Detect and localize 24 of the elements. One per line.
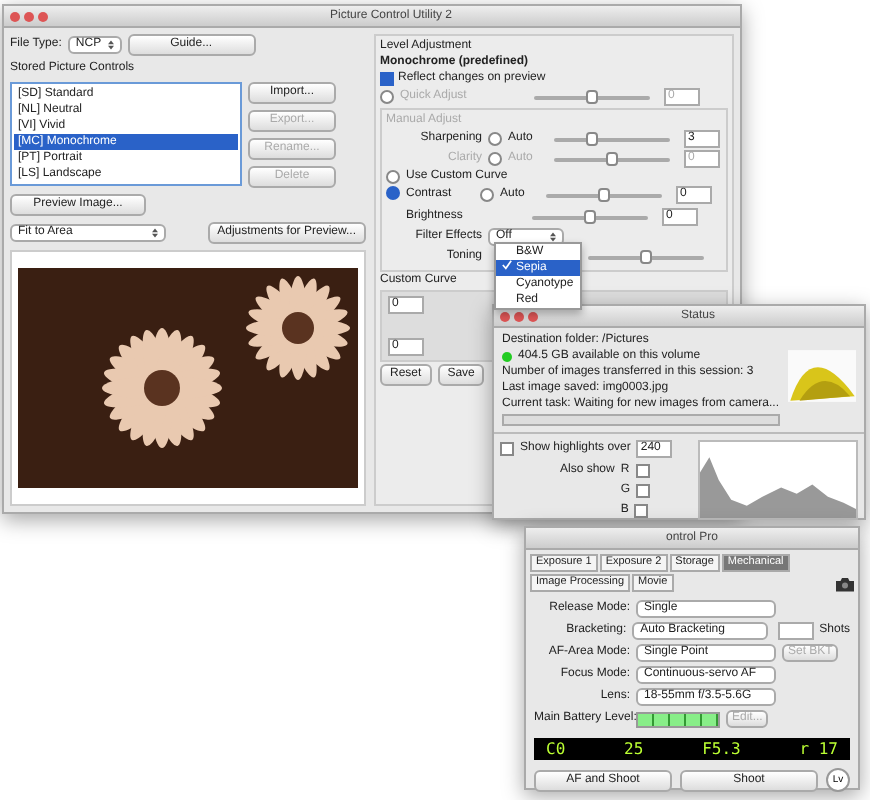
auto-radio[interactable] bbox=[480, 188, 494, 202]
radio-button[interactable] bbox=[386, 186, 400, 200]
auto-radio[interactable] bbox=[488, 132, 502, 146]
value-field[interactable] bbox=[777, 622, 814, 640]
lcd-reading: F5.3 bbox=[702, 742, 741, 756]
checkbox[interactable] bbox=[380, 72, 394, 86]
status-dot-icon bbox=[502, 352, 512, 362]
checkbox[interactable] bbox=[636, 484, 651, 498]
camera-icon bbox=[836, 575, 854, 591]
updown-arrow-icon bbox=[107, 40, 114, 50]
checkbox[interactable] bbox=[634, 504, 649, 518]
checkbox[interactable] bbox=[500, 442, 514, 456]
slider-thumb[interactable] bbox=[640, 249, 652, 263]
lcd-reading: C0 bbox=[546, 742, 566, 756]
checkmark-icon bbox=[502, 260, 512, 270]
updown-arrow-icon bbox=[152, 228, 158, 238]
slider-thumb[interactable] bbox=[586, 131, 599, 145]
lcd-reading: 25 bbox=[624, 742, 644, 756]
lcd-reading: r 17 bbox=[799, 742, 838, 756]
checkbox[interactable] bbox=[635, 464, 650, 478]
slider-thumb[interactable] bbox=[598, 187, 610, 201]
updown-arrow-icon bbox=[550, 232, 556, 242]
radio-button[interactable] bbox=[386, 170, 400, 184]
slider-thumb[interactable] bbox=[584, 209, 596, 223]
